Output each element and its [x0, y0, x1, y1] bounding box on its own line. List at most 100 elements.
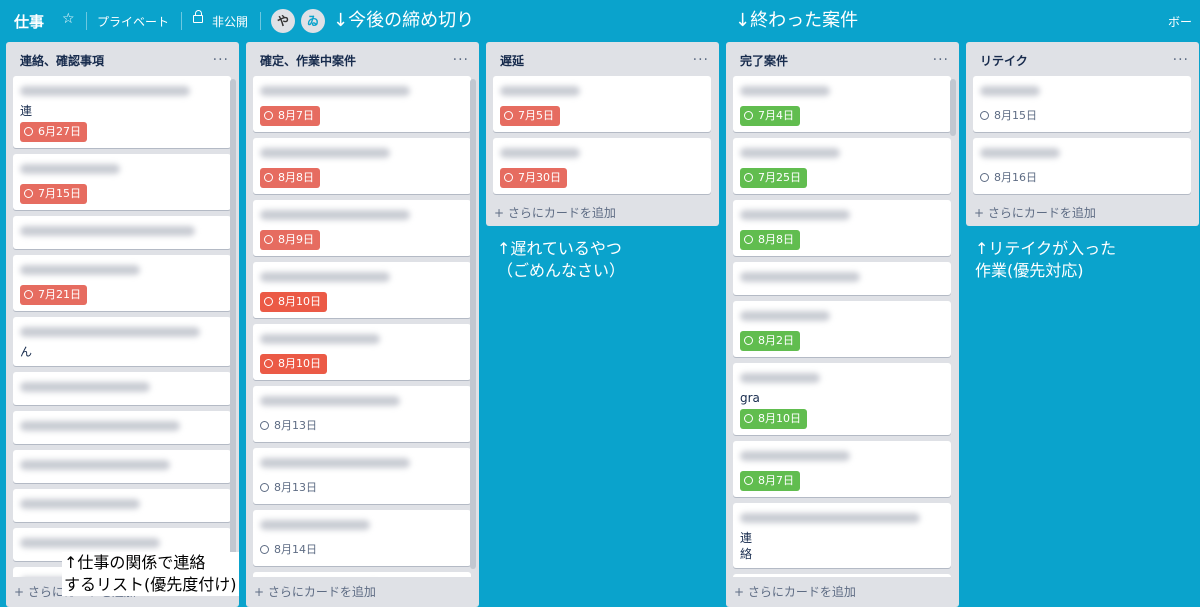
card-title-blurred — [740, 513, 920, 523]
visibility-button[interactable]: 非公開 — [212, 13, 248, 30]
list-title[interactable]: 連絡、確認事項 — [20, 52, 104, 69]
card-title: gra — [740, 391, 760, 405]
card[interactable] — [13, 216, 231, 249]
list-column[interactable]: 遅延... 7月5日 7月30日 + さらにカードを追加 — [486, 42, 719, 226]
list-column[interactable]: リテイク... 8月15日 8月16日 + さらにカードを追加 — [966, 42, 1199, 226]
card-title-blurred — [20, 327, 200, 337]
star-icon[interactable]: ☆ — [62, 11, 75, 27]
list-title[interactable]: 確定、作業中案件 — [260, 52, 356, 69]
list-scrollbar[interactable] — [470, 79, 476, 569]
list-column[interactable]: 連絡、確認事項...連6月27日7月15日7月21日んイター+ さらにカードを追… — [6, 42, 239, 607]
due-date-badge[interactable]: 6月27日 — [20, 122, 87, 142]
member-avatar[interactable]: ゐ — [301, 9, 325, 33]
list-title[interactable]: リテイク — [980, 52, 1028, 69]
card-title-blurred — [740, 311, 830, 321]
card[interactable]: 8月2日 — [733, 301, 951, 357]
card[interactable]: 8月15日 — [973, 76, 1191, 132]
due-date-badge[interactable]: 7月30日 — [500, 168, 567, 188]
card[interactable]: 7月21日 — [13, 255, 231, 311]
list-menu-button[interactable]: ... — [933, 48, 949, 64]
card[interactable]: 7月15日 — [13, 154, 231, 210]
due-date-badge[interactable]: 8月14日 — [260, 540, 323, 560]
card[interactable]: ん — [13, 317, 231, 366]
list-title[interactable]: 遅延 — [500, 52, 524, 69]
board-title[interactable]: 仕事 — [14, 11, 44, 32]
list-menu-button[interactable]: ... — [1173, 48, 1189, 64]
card[interactable]: 連 絡 — [733, 503, 951, 568]
due-date-badge[interactable]: 8月7日 — [740, 471, 800, 491]
due-date-text: 7月15日 — [38, 187, 81, 200]
card[interactable]: gra 8月10日 — [733, 363, 951, 435]
due-date-badge[interactable]: 7月4日 — [740, 106, 800, 126]
card-title-blurred — [20, 164, 120, 174]
due-date-badge[interactable]: 8月8日 — [260, 168, 320, 188]
card-title-blurred — [260, 334, 380, 344]
due-date-badge[interactable]: 8月13日 — [260, 478, 323, 498]
card[interactable]: 8月8日 — [733, 200, 951, 256]
card[interactable]: 8月13日 — [253, 386, 471, 442]
due-date-badge[interactable]: 8月2日 — [740, 331, 800, 351]
card[interactable] — [13, 489, 231, 522]
card[interactable]: 7月25日 — [733, 138, 951, 194]
due-date-badge[interactable]: 7月21日 — [20, 285, 87, 305]
card[interactable]: 8月8日 — [253, 138, 471, 194]
due-date-badge[interactable]: 7月15日 — [20, 184, 87, 204]
team-visibility-button[interactable]: プライベート — [97, 13, 169, 30]
add-card-button[interactable]: + さらにカードを追加 — [734, 583, 856, 600]
card[interactable]: 7月4日 — [733, 76, 951, 132]
list-title[interactable]: 完了案件 — [740, 52, 788, 69]
card[interactable]: 8月10日 — [253, 262, 471, 318]
list-menu-button[interactable]: ... — [213, 48, 229, 64]
card[interactable]: 8月16日 — [973, 138, 1191, 194]
add-card-button[interactable]: + さらにカードを追加 — [254, 583, 376, 600]
due-date-text: 8月13日 — [274, 419, 317, 432]
due-date-badge[interactable]: 8月7日 — [260, 106, 320, 126]
card[interactable]: 8月9日 — [253, 200, 471, 256]
due-date-badge[interactable]: 7月5日 — [500, 106, 560, 126]
due-date-text: 8月8日 — [278, 171, 314, 184]
card-title-blurred — [980, 86, 1040, 96]
card[interactable]: 8月10日 — [253, 324, 471, 380]
card[interactable]: 7月5日 — [493, 76, 711, 132]
due-date-badge[interactable]: 8月15日 — [980, 106, 1043, 126]
due-date-badge[interactable]: 8月8日 — [740, 230, 800, 250]
clock-icon — [260, 545, 269, 554]
due-date-text: 7月5日 — [518, 109, 554, 122]
add-card-button[interactable]: + さらにカードを追加 — [974, 204, 1096, 221]
clock-icon — [744, 476, 753, 485]
clock-icon — [260, 421, 269, 430]
card-title-blurred — [20, 460, 170, 470]
due-date-badge[interactable]: 7月25日 — [740, 168, 807, 188]
list-scrollbar[interactable] — [950, 79, 956, 136]
card[interactable]: 7月30日 — [493, 138, 711, 194]
card[interactable]: 連 6月27日 — [13, 76, 231, 148]
list-column[interactable]: 確定、作業中案件... 8月7日 8月8日 8月9日 8月10日 8月10日 8月13日 8月… — [246, 42, 479, 607]
list-menu-button[interactable]: ... — [693, 48, 709, 64]
annotation-delay: ↑遅れているやつ （ごめんなさい） — [497, 239, 626, 280]
card[interactable] — [733, 262, 951, 295]
card[interactable] — [13, 411, 231, 444]
card[interactable]: 8月7日 — [733, 441, 951, 497]
list-menu-button[interactable]: ... — [453, 48, 469, 64]
card[interactable] — [13, 372, 231, 405]
due-date-badge[interactable]: 8月10日 — [260, 292, 327, 312]
card[interactable]: 8月13日 — [253, 448, 471, 504]
list-scrollbar[interactable] — [230, 79, 236, 579]
list-column[interactable]: 完了案件... 7月4日 7月25日 8月8日 8月2日 gra 8月10日 8月7日連 絡 8… — [726, 42, 959, 607]
clock-icon — [264, 297, 273, 306]
due-date-badge[interactable]: 8月10日 — [260, 354, 327, 374]
member-avatar[interactable]: や — [271, 9, 295, 33]
card[interactable]: 8月5日 — [733, 574, 951, 577]
due-date-badge[interactable]: 8月13日 — [260, 416, 323, 436]
due-date-badge[interactable]: 8月9日 — [260, 230, 320, 250]
card[interactable] — [13, 450, 231, 483]
card-title-blurred — [500, 86, 580, 96]
card[interactable]: 8月14日 — [253, 510, 471, 566]
due-date-badge[interactable]: 8月16日 — [980, 168, 1043, 188]
clock-icon — [264, 173, 273, 182]
due-date-badge[interactable]: 8月10日 — [740, 409, 807, 429]
card[interactable]: 8月7日 — [253, 76, 471, 132]
card[interactable] — [253, 572, 471, 577]
add-card-button[interactable]: + さらにカードを追加 — [494, 204, 616, 221]
show-menu-button[interactable]: ボー — [1168, 13, 1192, 30]
